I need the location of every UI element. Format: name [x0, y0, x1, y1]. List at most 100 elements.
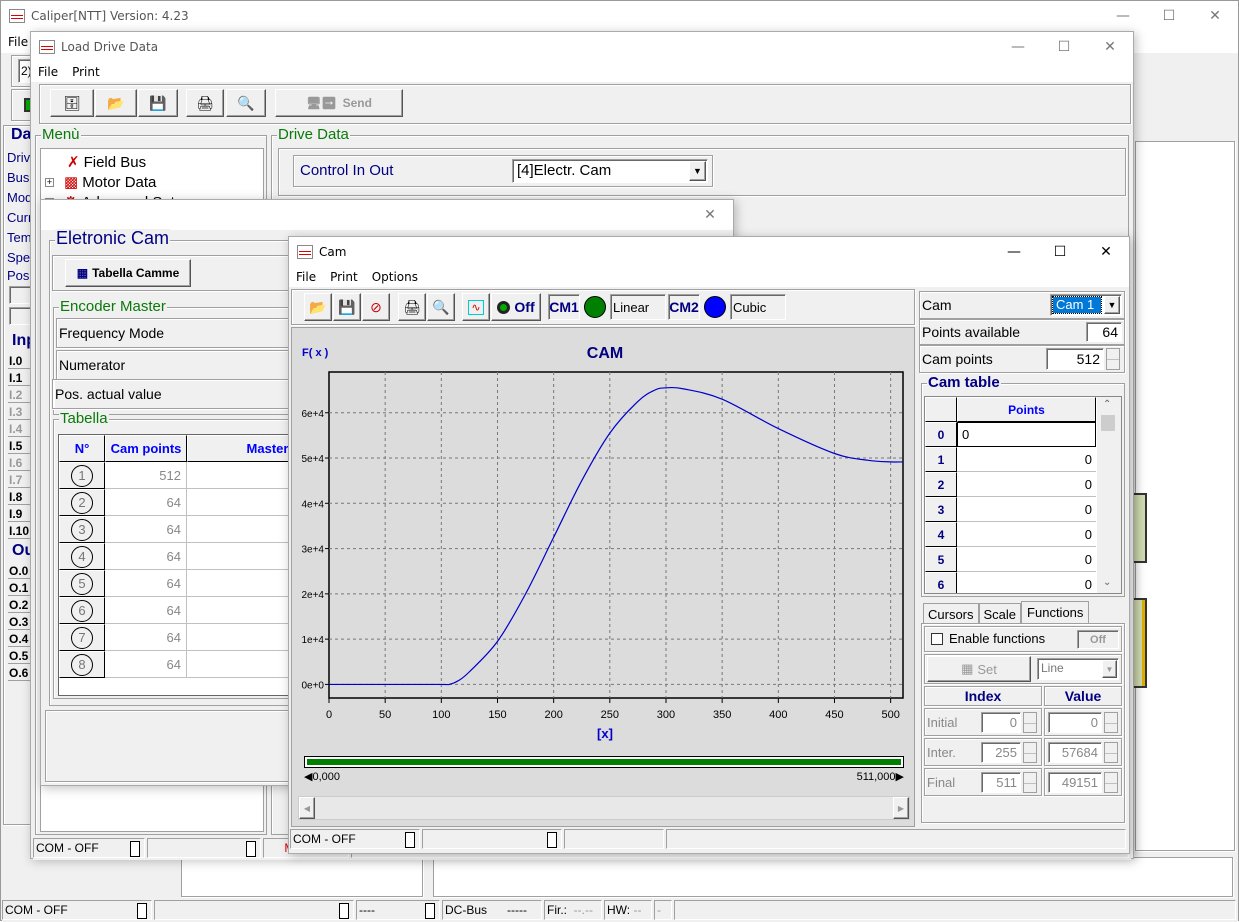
- tabella-row-number[interactable]: 8: [59, 651, 105, 678]
- tabella-cam-points-cell[interactable]: 512: [105, 462, 187, 489]
- cam-table-row-value[interactable]: 0: [957, 522, 1096, 547]
- cam-close[interactable]: ✕: [1083, 237, 1129, 267]
- scroll-right-button[interactable]: ▶: [893, 797, 909, 819]
- expand-icon[interactable]: +: [45, 177, 54, 187]
- cam-maximize[interactable]: ☐: [1037, 237, 1083, 267]
- scroll-thumb[interactable]: [1101, 415, 1115, 431]
- print-preview-button[interactable]: 🔍: [226, 89, 266, 117]
- send-button[interactable]: 🖥➡ Send: [275, 89, 403, 117]
- scroll-down-icon[interactable]: ⌄: [1103, 577, 1111, 588]
- cam-menu-file[interactable]: File: [289, 270, 323, 284]
- load-drive-menu-print[interactable]: Print: [65, 65, 107, 79]
- chevron-down-icon[interactable]: ▼: [1104, 296, 1120, 314]
- function-value-input[interactable]: 57684: [1048, 742, 1102, 763]
- chevron-down-icon[interactable]: ▼: [1102, 660, 1117, 678]
- cam-table-row-value[interactable]: 0: [957, 572, 1096, 593]
- tabella-cam-points-cell[interactable]: 64: [105, 543, 187, 570]
- tab-cursors[interactable]: Cursors: [923, 603, 979, 623]
- load-drive-close[interactable]: ✕: [1087, 32, 1133, 62]
- tabella-cam-points-cell[interactable]: 64: [105, 516, 187, 543]
- cam-table-row-index[interactable]: 2: [925, 472, 957, 497]
- function-type-select[interactable]: Line ▼: [1037, 658, 1119, 680]
- cm1-color-icon[interactable]: [584, 296, 606, 318]
- function-value-spinner[interactable]: [1104, 712, 1118, 733]
- cam-table-row-value[interactable]: 0: [957, 547, 1096, 572]
- tabella-cam-points-cell[interactable]: 64: [105, 624, 187, 651]
- open-file-button[interactable]: 📂: [95, 89, 137, 117]
- enable-functions-checkbox[interactable]: [931, 633, 943, 645]
- tabella-cam-points-cell[interactable]: 64: [105, 489, 187, 516]
- cam-table-row-index[interactable]: 3: [925, 497, 957, 522]
- save-file-button[interactable]: 💾: [138, 89, 178, 117]
- function-value-input[interactable]: 49151: [1048, 772, 1102, 793]
- cam-table-row-index[interactable]: 1: [925, 447, 957, 472]
- range-bar[interactable]: [304, 756, 904, 768]
- print-button[interactable]: 🖨: [186, 89, 224, 117]
- close-button[interactable]: ✕: [1192, 1, 1238, 31]
- cam-table-row-index[interactable]: 6: [925, 572, 957, 593]
- tabella-camme-button[interactable]: ▦ Tabella Camme: [65, 259, 191, 287]
- load-drive-maximize[interactable]: ☐: [1041, 32, 1087, 62]
- minimize-button[interactable]: —: [1100, 1, 1146, 31]
- cam-zoom-chart-button[interactable]: ∿: [462, 293, 490, 321]
- tab-scale[interactable]: Scale: [978, 603, 1022, 623]
- tabella-row-number[interactable]: 3: [59, 516, 105, 543]
- range-start[interactable]: ◀0,000: [304, 770, 340, 783]
- cam-table-row-index[interactable]: 0: [925, 422, 957, 447]
- function-index-input[interactable]: 511: [981, 772, 1021, 793]
- range-end[interactable]: 511,000▶: [857, 770, 904, 783]
- tabella-row-number[interactable]: 6: [59, 597, 105, 624]
- cam-table-row-value[interactable]: 0: [957, 422, 1096, 447]
- cam-table-row-value[interactable]: 0: [957, 447, 1096, 472]
- tabella-row-number[interactable]: 4: [59, 543, 105, 570]
- load-drive-menu-file[interactable]: File: [31, 65, 65, 79]
- load-drive-minimize[interactable]: —: [995, 32, 1041, 62]
- cm2-color-icon[interactable]: [704, 296, 726, 318]
- tree-item-motor-data[interactable]: + ▩ Motor Data: [45, 173, 156, 191]
- cam-select[interactable]: Cam 1 ▼: [1050, 294, 1122, 316]
- scroll-left-button[interactable]: ◀: [299, 797, 315, 819]
- set-button[interactable]: ▦ Set: [927, 656, 1031, 682]
- tabella-row-number[interactable]: 7: [59, 624, 105, 651]
- cam-open-button[interactable]: 📂: [304, 293, 332, 321]
- tabella-row-number[interactable]: 1: [59, 462, 105, 489]
- tabella-cam-points-cell[interactable]: 64: [105, 651, 187, 678]
- cam-off-button[interactable]: Off: [491, 293, 541, 321]
- tabella-cam-points-cell[interactable]: 64: [105, 570, 187, 597]
- cam-points-spinner[interactable]: [1106, 348, 1120, 370]
- cam-table-row-index[interactable]: 5: [925, 547, 957, 572]
- function-index-spinner[interactable]: [1023, 772, 1037, 793]
- cam-menu-print[interactable]: Print: [323, 270, 365, 284]
- cam-menu-options[interactable]: Options: [365, 270, 425, 284]
- cam-table-row-value[interactable]: 0: [957, 472, 1096, 497]
- function-value-spinner[interactable]: [1104, 772, 1118, 793]
- function-index-spinner[interactable]: [1023, 712, 1037, 733]
- tabella-cam-points-cell[interactable]: 64: [105, 597, 187, 624]
- maximize-button[interactable]: ☐: [1146, 1, 1192, 31]
- tabella-row-number[interactable]: 5: [59, 570, 105, 597]
- cam-delete-table-button[interactable]: ⊘: [362, 293, 390, 321]
- chevron-down-icon[interactable]: ▼: [689, 161, 706, 181]
- cam-minimize[interactable]: —: [991, 237, 1037, 267]
- cam-table-row-value[interactable]: 0: [957, 497, 1096, 522]
- tabella-row-number[interactable]: 2: [59, 489, 105, 516]
- cam-points-input[interactable]: 512: [1046, 348, 1104, 370]
- functions-off-button[interactable]: Off: [1077, 630, 1119, 649]
- cam-table-row-index[interactable]: 4: [925, 522, 957, 547]
- scroll-up-icon[interactable]: ⌃: [1103, 399, 1111, 410]
- cam-print-button[interactable]: 🖨: [398, 293, 426, 321]
- function-value-spinner[interactable]: [1104, 742, 1118, 763]
- function-value-input[interactable]: 0: [1048, 712, 1102, 733]
- tab-functions[interactable]: Functions: [1021, 601, 1090, 625]
- function-index-input[interactable]: 0: [981, 712, 1021, 733]
- tree-item-field-bus[interactable]: ✗ Field Bus: [67, 153, 146, 172]
- new-file-button[interactable]: 🗄: [50, 89, 94, 117]
- cam-save-button[interactable]: 💾: [333, 293, 361, 321]
- cam-table-scrollbar[interactable]: ⌃ ⌄: [1097, 397, 1121, 593]
- electronic-cam-close[interactable]: ✕: [687, 200, 733, 230]
- function-index-input[interactable]: 255: [981, 742, 1021, 763]
- control-in-out-select[interactable]: [4]Electr. Cam ▼: [512, 159, 708, 183]
- function-index-spinner[interactable]: [1023, 742, 1037, 763]
- left-item-bus[interactable]: Bus: [7, 170, 29, 185]
- chart-hscrollbar[interactable]: ◀ ▶: [298, 796, 910, 820]
